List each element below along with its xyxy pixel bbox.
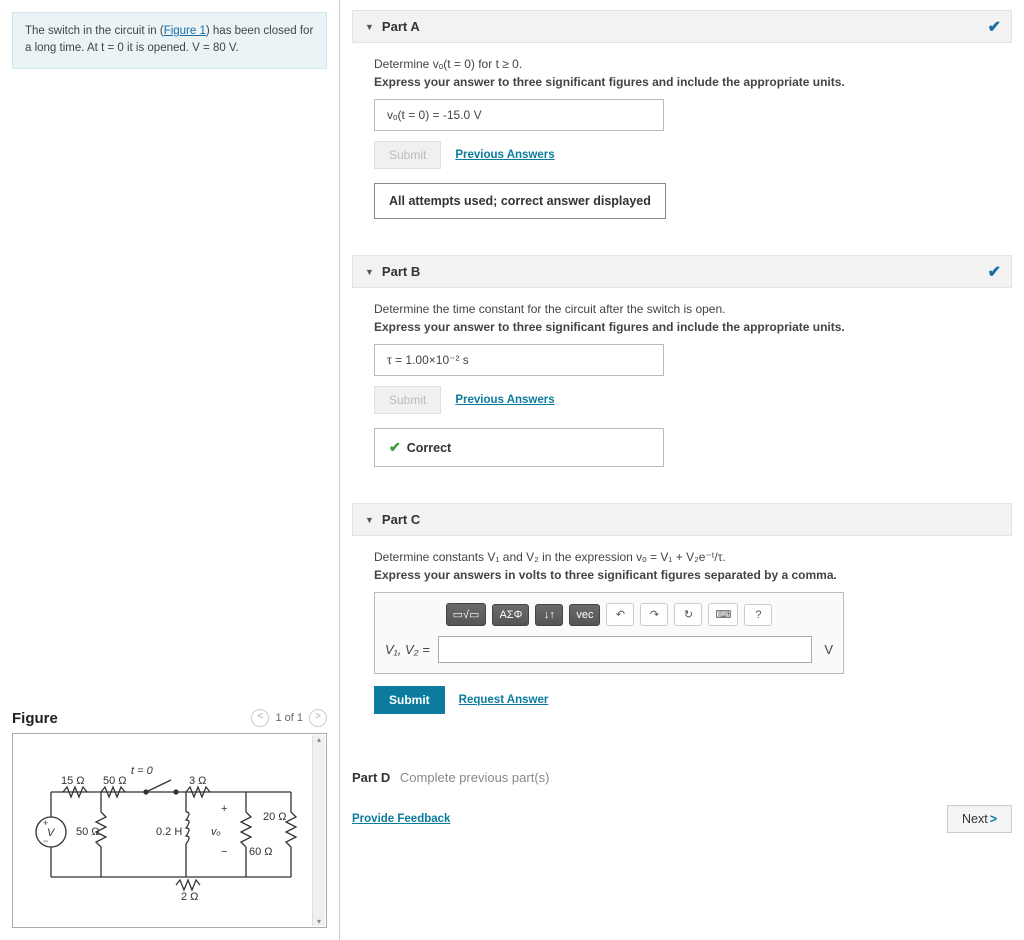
part-a-feedback: All attempts used; correct answer displa… <box>374 183 666 219</box>
svg-text:50 Ω: 50 Ω <box>76 826 100 838</box>
part-b-previous-answers-link[interactable]: Previous Answers <box>455 394 554 406</box>
caret-down-icon: ▼ <box>365 515 374 525</box>
part-c-variable-label: V₁, V₂ = <box>385 642 430 657</box>
figure-prev-button[interactable]: < <box>251 709 269 727</box>
subscript-button[interactable]: ↓↑ <box>535 604 563 626</box>
check-icon: ✔ <box>988 262 1001 282</box>
part-b-instruction: Express your answer to three significant… <box>374 320 1012 334</box>
part-b-prompt: Determine the time constant for the circ… <box>374 302 1012 316</box>
figure-title: Figure <box>12 710 58 727</box>
part-a-prompt: Determine vₒ(t = 0) for t ≥ 0. <box>374 57 1012 71</box>
svg-text:20 Ω: 20 Ω <box>263 811 287 823</box>
part-a-header[interactable]: ▼ Part A ✔ <box>352 10 1012 43</box>
caret-down-icon: ▼ <box>365 22 374 32</box>
part-d-row: Part D Complete previous part(s) <box>352 770 1012 785</box>
part-c-unit: V <box>820 642 833 657</box>
part-c-header[interactable]: ▼ Part C <box>352 503 1012 536</box>
part-c-submit-button[interactable]: Submit <box>374 686 445 714</box>
part-b-title: Part B <box>382 264 420 279</box>
part-b-submit-button: Submit <box>374 386 441 414</box>
svg-text:15 Ω: 15 Ω <box>61 775 85 787</box>
part-c-input-panel: ▭√▭ ΑΣΦ ↓↑ vec ↶ ↷ ↻ ⌨ ? V₁, V₂ = V <box>374 592 844 674</box>
intro-text-prefix: The switch in the circuit in ( <box>25 25 164 37</box>
provide-feedback-link[interactable]: Provide Feedback <box>352 813 450 825</box>
help-button[interactable]: ? <box>744 604 772 626</box>
footer-row: Provide Feedback Next> <box>352 805 1012 833</box>
svg-text:−: − <box>43 836 48 846</box>
part-b-body: Determine the time constant for the circ… <box>352 288 1012 493</box>
part-a-submit-button: Submit <box>374 141 441 169</box>
figure-link[interactable]: Figure 1 <box>164 25 206 37</box>
part-b-header[interactable]: ▼ Part B ✔ <box>352 255 1012 288</box>
right-panel: ▼ Part A ✔ Determine vₒ(t = 0) for t ≥ 0… <box>340 0 1024 940</box>
part-b-answer: τ = 1.00×10⁻² s <box>374 344 664 376</box>
check-icon: ✔ <box>988 17 1001 37</box>
part-a-body: Determine vₒ(t = 0) for t ≥ 0. Express y… <box>352 43 1012 245</box>
figure-section: Figure < 1 of 1 > <box>12 709 327 928</box>
svg-text:0.2 H: 0.2 H <box>156 826 182 838</box>
svg-text:+: + <box>221 803 227 815</box>
caret-down-icon: ▼ <box>365 267 374 277</box>
svg-text:−: − <box>221 846 227 858</box>
greek-button[interactable]: ΑΣΦ <box>492 604 529 626</box>
part-a-instruction: Express your answer to three significant… <box>374 75 1012 89</box>
part-c-instruction: Express your answers in volts to three s… <box>374 568 1012 582</box>
figure-box: t = 0 15 Ω 50 Ω 3 Ω 50 Ω 0.2 H + vₒ − 20… <box>12 733 327 928</box>
undo-button[interactable]: ↶ <box>606 603 634 626</box>
keyboard-button[interactable]: ⌨ <box>708 603 738 626</box>
part-c-prompt: Determine constants V₁ and V₂ in the exp… <box>374 550 1012 564</box>
svg-text:3 Ω: 3 Ω <box>189 775 206 787</box>
figure-next-button[interactable]: > <box>309 709 327 727</box>
chevron-right-icon: > <box>990 812 997 826</box>
part-c-toolbar: ▭√▭ ΑΣΦ ↓↑ vec ↶ ↷ ↻ ⌨ ? <box>385 603 833 626</box>
svg-text:60 Ω: 60 Ω <box>249 846 273 858</box>
problem-intro: The switch in the circuit in (Figure 1) … <box>12 12 327 69</box>
part-a-previous-answers-link[interactable]: Previous Answers <box>455 149 554 161</box>
figure-scrollbar[interactable] <box>312 735 325 926</box>
svg-text:2 Ω: 2 Ω <box>181 891 198 902</box>
svg-text:V: V <box>47 827 56 839</box>
left-panel: The switch in the circuit in (Figure 1) … <box>0 0 340 940</box>
part-a-title: Part A <box>382 19 420 34</box>
circuit-diagram: t = 0 15 Ω 50 Ω 3 Ω 50 Ω 0.2 H + vₒ − 20… <box>31 762 311 902</box>
part-c-answer-input[interactable] <box>438 636 813 663</box>
svg-text:vₒ: vₒ <box>211 826 221 838</box>
part-c-request-answer-link[interactable]: Request Answer <box>459 694 549 706</box>
part-b-feedback-text: Correct <box>407 441 451 455</box>
templates-button[interactable]: ▭√▭ <box>446 603 487 626</box>
redo-button[interactable]: ↷ <box>640 603 668 626</box>
part-a-answer: vₒ(t = 0) = -15.0 V <box>374 99 664 131</box>
vec-button[interactable]: vec <box>569 604 600 626</box>
part-c-body: Determine constants V₁ and V₂ in the exp… <box>352 536 1012 754</box>
svg-text:+: + <box>43 818 48 828</box>
check-icon: ✔ <box>389 439 401 455</box>
next-button-label: Next <box>962 812 988 826</box>
reset-button[interactable]: ↻ <box>674 603 702 626</box>
figure-pager: < 1 of 1 > <box>251 709 327 727</box>
next-button[interactable]: Next> <box>947 805 1012 833</box>
part-d-status: Complete previous part(s) <box>400 770 550 785</box>
svg-text:50 Ω: 50 Ω <box>103 775 127 787</box>
figure-pager-text: 1 of 1 <box>275 712 303 724</box>
part-d-title: Part D <box>352 770 390 785</box>
svg-text:t = 0: t = 0 <box>131 765 154 777</box>
part-b-feedback: ✔ Correct <box>374 428 664 467</box>
part-c-title: Part C <box>382 512 420 527</box>
